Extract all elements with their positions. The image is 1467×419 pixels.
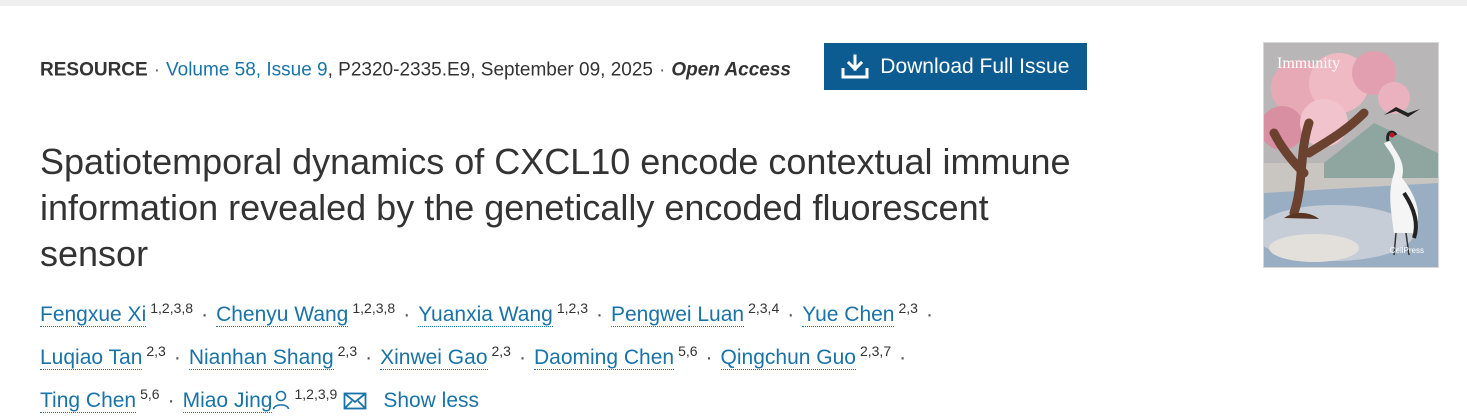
author-affiliation: 2,3 bbox=[491, 343, 511, 359]
separator: · bbox=[705, 346, 713, 369]
download-button-label: Download Full Issue bbox=[880, 54, 1070, 78]
cover-publisher-logo: CellPress bbox=[1389, 246, 1424, 255]
separator: · bbox=[787, 303, 795, 326]
separator: · bbox=[403, 303, 411, 326]
separator: · bbox=[658, 59, 666, 81]
author-link[interactable]: Qingchun Guo bbox=[720, 346, 856, 370]
top-bar bbox=[0, 0, 1467, 6]
separator: · bbox=[925, 303, 933, 326]
separator: · bbox=[167, 389, 175, 412]
author-list: Fengxue Xi 1,2,3,8 · Chenyu Wang 1,2,3,8 · Yua… bbox=[40, 290, 1080, 419]
author-link[interactable]: Pengwei Luan bbox=[610, 303, 745, 327]
author-item: Fengxue Xi 1,2,3,8 · bbox=[40, 300, 216, 327]
author-item: Ting Chen 5,6 · bbox=[40, 386, 183, 413]
author-affiliation: 1,2,3,8 bbox=[352, 300, 396, 316]
article-meta: RESOURCE · Volume 58, Issue 9, P2320-2335.… bbox=[40, 43, 1200, 94]
author-affiliation: 2,3,4 bbox=[748, 300, 780, 316]
author-affiliation: 1,2,3,9 bbox=[294, 386, 338, 402]
author-link[interactable]: Nianhan Shang bbox=[188, 346, 334, 370]
author-link[interactable]: Daoming Chen bbox=[533, 346, 675, 370]
author-link[interactable]: Fengxue Xi bbox=[40, 303, 147, 327]
separator: · bbox=[201, 303, 209, 326]
author-item: Qingchun Guo 2,3,7 · bbox=[720, 343, 915, 370]
separator: · bbox=[173, 346, 181, 369]
author-affiliation: 1,2,3,8 bbox=[150, 300, 194, 316]
person-icon bbox=[273, 390, 290, 410]
cover-illustration bbox=[1264, 43, 1438, 267]
author-item: Luqiao Tan 2,3 · bbox=[40, 343, 189, 370]
author-affiliation: 2,3 bbox=[337, 343, 358, 359]
separator: · bbox=[365, 346, 373, 369]
author-affiliation: 2,3,7 bbox=[859, 343, 892, 359]
author-link[interactable]: Yuanxia Wang bbox=[418, 303, 553, 327]
separator: · bbox=[899, 346, 907, 369]
author-link[interactable]: Chenyu Wang bbox=[216, 303, 349, 327]
mail-icon[interactable] bbox=[343, 392, 367, 410]
author-link[interactable]: Miao Jing bbox=[182, 389, 273, 413]
separator: · bbox=[595, 303, 603, 326]
article-title: Spatiotemporal dynamics of CXCL10 encode… bbox=[40, 141, 1071, 274]
author-item: Xinwei Gao 2,3 · bbox=[380, 343, 534, 370]
pages-date: , P2320-2335.E9, September 09, 2025 bbox=[327, 59, 653, 81]
cover-title: Immunity bbox=[1277, 55, 1341, 72]
volume-issue-link[interactable]: Volume 58, Issue 9 bbox=[166, 60, 328, 81]
author-affiliation: 2,3 bbox=[146, 343, 166, 359]
download-icon bbox=[841, 54, 869, 78]
open-access-label: Open Access bbox=[671, 59, 791, 81]
author-item: Pengwei Luan 2,3,4 · bbox=[610, 300, 802, 327]
author-item: Chenyu Wang 1,2,3,8 · bbox=[216, 300, 418, 327]
author-affiliation: 1,2,3 bbox=[556, 300, 588, 316]
author-link[interactable]: Ting Chen bbox=[40, 389, 137, 413]
author-affiliation: 5,6 bbox=[140, 386, 160, 402]
separator: · bbox=[153, 59, 161, 81]
author-item: Yuanxia Wang 1,2,3 · bbox=[418, 300, 611, 327]
separator: · bbox=[518, 346, 526, 369]
author-item-corresponding: Miao Jing 1,2,3,9 bbox=[182, 386, 368, 413]
author-affiliation: 2,3 bbox=[898, 300, 918, 316]
author-item: Nianhan Shang 2,3 · bbox=[188, 343, 380, 370]
author-link[interactable]: Xinwei Gao bbox=[380, 346, 488, 370]
author-link[interactable]: Yue Chen bbox=[802, 303, 895, 327]
author-link[interactable]: Luqiao Tan bbox=[40, 346, 143, 370]
download-full-issue-button[interactable]: Download Full Issue bbox=[824, 43, 1088, 90]
show-less-link[interactable]: Show less bbox=[383, 389, 479, 412]
author-item: Yue Chen 2,3 · bbox=[802, 300, 941, 327]
journal-cover-image[interactable]: Immunity CellPress bbox=[1263, 42, 1439, 268]
author-item: Daoming Chen 5,6 · bbox=[533, 343, 721, 370]
author-affiliation: 5,6 bbox=[678, 343, 698, 359]
article-type: RESOURCE bbox=[40, 59, 148, 81]
